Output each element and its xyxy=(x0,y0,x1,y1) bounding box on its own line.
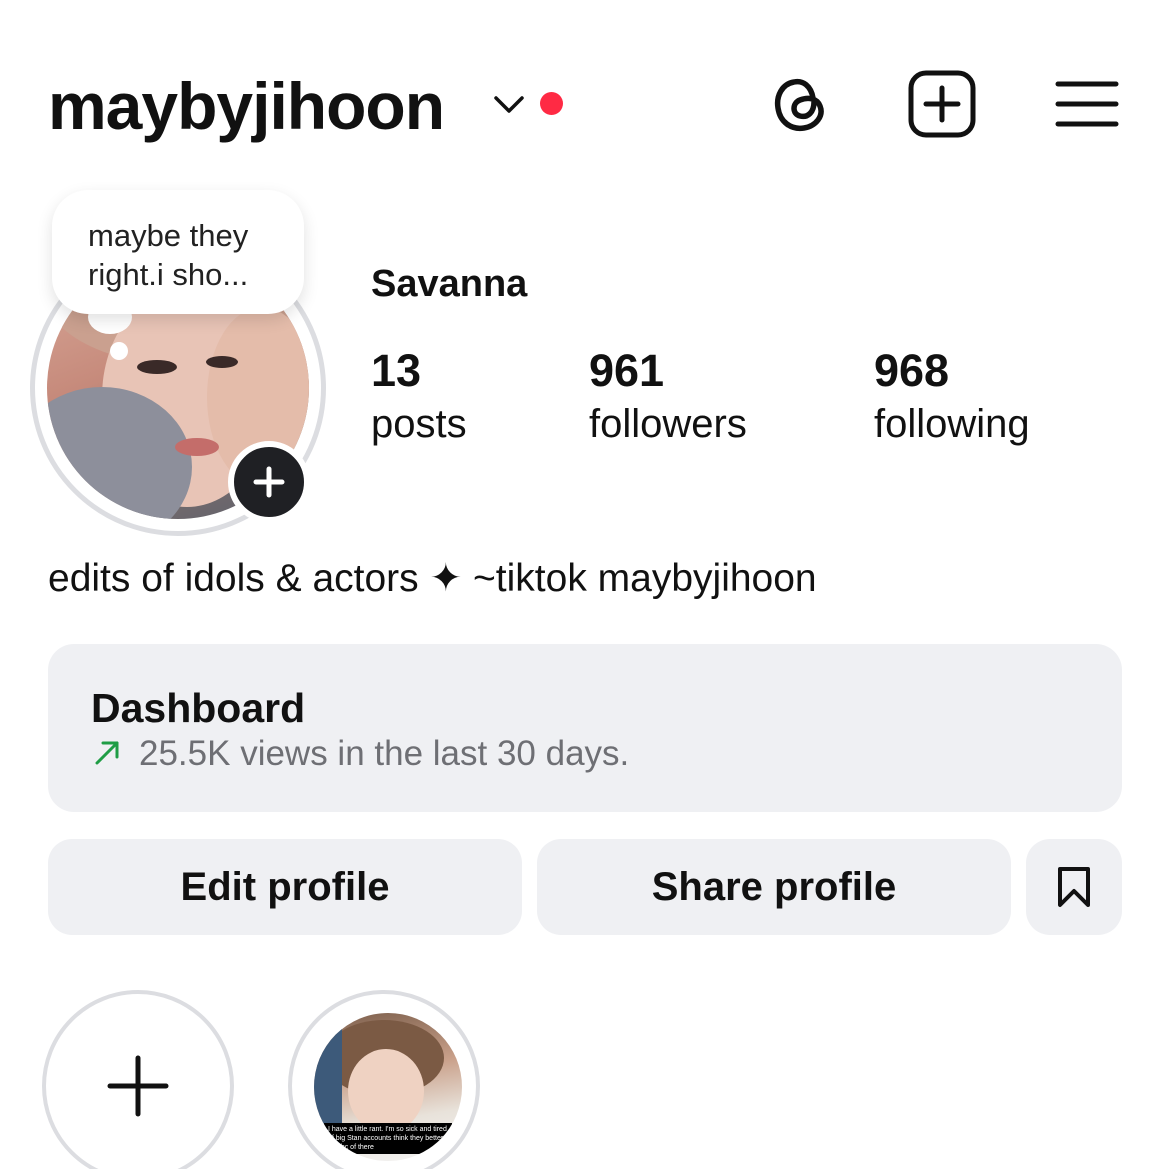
dashboard-title: Dashboard xyxy=(91,685,306,731)
notification-dot xyxy=(540,92,563,115)
posts-stat[interactable]: 13 posts xyxy=(371,344,467,450)
dashboard-views-summary: 25.5K views in the last 30 days. xyxy=(139,734,630,773)
highlight-cover-image: I have a little rant. I'm so sick and ti… xyxy=(314,1013,462,1161)
profile-username[interactable]: maybyjihoon xyxy=(48,66,445,146)
trend-up-icon xyxy=(95,741,119,765)
share-profile-button[interactable]: Share profile xyxy=(537,839,1011,935)
followers-label: followers xyxy=(589,402,747,446)
new-highlight-button[interactable] xyxy=(42,990,234,1169)
add-story-button[interactable] xyxy=(228,441,310,523)
dashboard-card[interactable]: Dashboard 25.5K views in the last 30 day… xyxy=(48,644,1122,812)
story-highlight[interactable]: I have a little rant. I'm so sick and ti… xyxy=(288,990,480,1169)
note-text-line-1: maybe they xyxy=(88,218,249,253)
followers-stat[interactable]: 961 followers xyxy=(589,344,747,450)
chevron-down-icon[interactable] xyxy=(492,92,526,118)
profile-bio: edits of idols & actors ✦ ~tiktok maybyj… xyxy=(48,557,817,600)
profile-note[interactable]: maybe they right.i sho... xyxy=(52,190,304,314)
posts-count: 13 xyxy=(371,345,422,396)
following-count: 968 xyxy=(874,345,950,396)
note-text-line-2: right.i sho... xyxy=(88,257,249,292)
note-bubble-tail-dot xyxy=(110,342,128,360)
plus-icon xyxy=(253,466,285,498)
saved-button[interactable] xyxy=(1026,839,1122,935)
posts-label: posts xyxy=(371,402,467,446)
new-post-icon[interactable] xyxy=(906,68,978,140)
bookmark-icon xyxy=(1058,867,1090,907)
following-stat[interactable]: 968 following xyxy=(874,344,1030,450)
highlight-caption: I have a little rant. I'm so sick and ti… xyxy=(324,1123,452,1154)
threads-icon[interactable] xyxy=(764,68,836,140)
display-name: Savanna xyxy=(371,263,528,305)
edit-profile-button[interactable]: Edit profile xyxy=(48,839,522,935)
followers-count: 961 xyxy=(589,345,665,396)
following-label: following xyxy=(874,402,1030,446)
plus-icon xyxy=(107,1055,169,1117)
menu-icon[interactable] xyxy=(1052,68,1124,140)
